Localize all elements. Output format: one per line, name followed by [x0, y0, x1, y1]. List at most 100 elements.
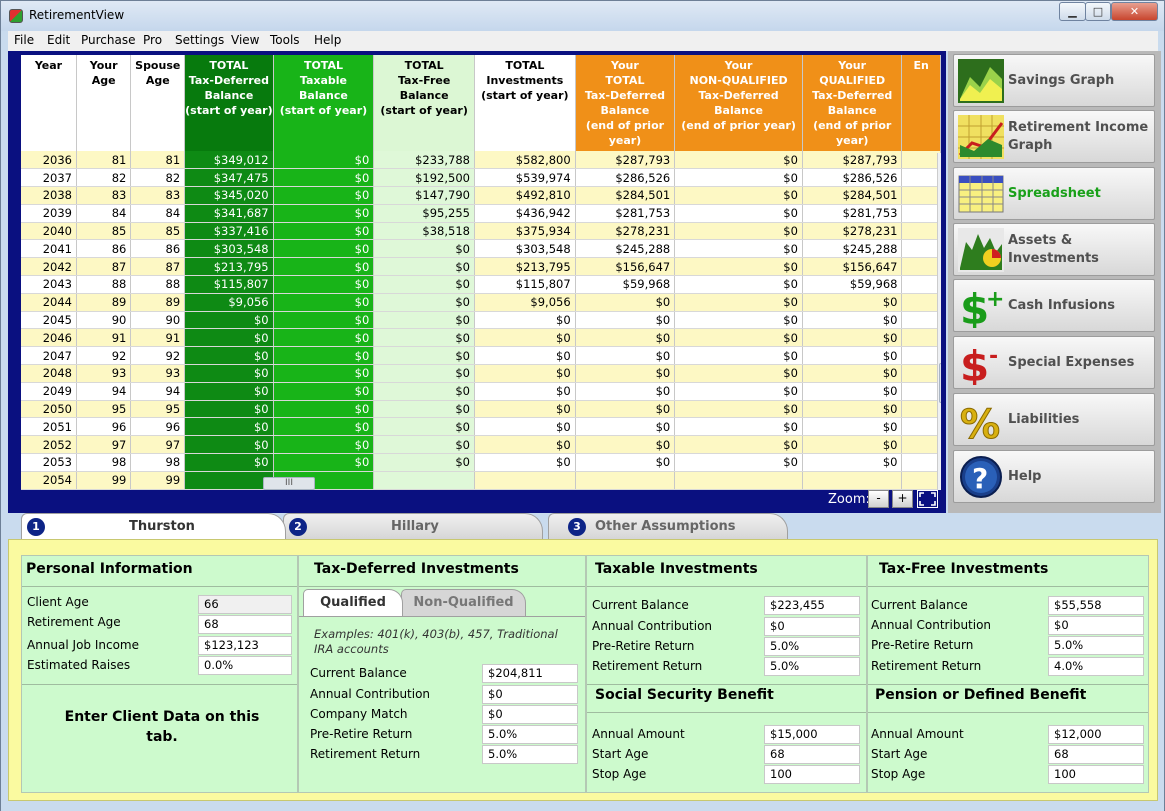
table-cell[interactable]: 93 [76, 364, 132, 383]
table-cell[interactable]: $0 [273, 239, 375, 259]
table-cell[interactable]: 87 [76, 257, 132, 277]
table-cell[interactable]: $0 [474, 346, 576, 366]
td-company-match-field[interactable]: $0 [482, 705, 578, 724]
table-cell[interactable]: 2043 [21, 275, 77, 294]
table-cell[interactable]: $192,500 [373, 168, 475, 188]
table-cell[interactable] [901, 382, 941, 401]
table-cell[interactable]: 83 [76, 186, 132, 205]
table-cell[interactable]: 2040 [21, 222, 77, 241]
table-cell[interactable]: $0 [373, 453, 475, 472]
table-cell[interactable] [901, 204, 941, 223]
table-cell[interactable]: $0 [184, 328, 274, 348]
table-cell[interactable]: $0 [802, 364, 903, 383]
column-header[interactable]: Your Age [76, 55, 132, 151]
vertical-scroll-thumb[interactable]: ≡ [939, 363, 941, 403]
table-cell[interactable]: $0 [474, 311, 576, 330]
table-cell[interactable]: $492,810 [474, 186, 576, 205]
tx-current-balance-field[interactable]: $223,455 [764, 596, 860, 615]
menu-purchase[interactable]: Purchase [81, 33, 136, 47]
table-cell[interactable]: 83 [130, 186, 186, 205]
table-cell[interactable]: $0 [474, 417, 576, 437]
table-cell[interactable]: $0 [273, 293, 375, 312]
table-cell[interactable]: $38,518 [373, 222, 475, 241]
table-cell[interactable] [901, 346, 941, 366]
menu-pro[interactable]: Pro [143, 33, 162, 47]
table-cell[interactable]: $0 [575, 382, 676, 401]
tx-annual-contribution-field[interactable]: $0 [764, 617, 860, 636]
table-cell[interactable]: $0 [575, 417, 676, 437]
table-cell[interactable]: $156,647 [802, 257, 903, 277]
column-header[interactable]: Your NON-QUALIFIED Tax-Deferred Balance (end… [674, 55, 803, 151]
subtab-qualified[interactable]: Qualified [303, 589, 403, 616]
table-cell[interactable]: 2050 [21, 400, 77, 419]
table-cell[interactable] [901, 364, 941, 383]
table-cell[interactable]: 2044 [21, 293, 77, 312]
zoom-out-button[interactable]: - [868, 490, 889, 508]
table-cell[interactable]: 2036 [21, 151, 77, 170]
table-cell[interactable]: $0 [674, 417, 803, 437]
table-cell[interactable] [901, 453, 941, 472]
table-cell[interactable]: $0 [273, 257, 375, 277]
retirement-age-field[interactable]: 68 [198, 615, 292, 634]
table-cell[interactable]: $286,526 [575, 168, 676, 188]
table-cell[interactable]: $0 [674, 275, 803, 294]
table-cell[interactable]: $0 [273, 364, 375, 383]
table-cell[interactable]: $95,255 [373, 204, 475, 223]
table-cell[interactable]: $0 [674, 435, 803, 455]
table-cell[interactable] [373, 471, 475, 490]
tab-hillary[interactable]: 2 Hillary [283, 513, 543, 539]
table-cell[interactable]: $0 [273, 311, 375, 330]
table-cell[interactable]: $0 [674, 382, 803, 401]
table-cell[interactable]: $0 [184, 417, 274, 437]
table-cell[interactable]: $0 [575, 328, 676, 348]
tf-current-balance-field[interactable]: $55,558 [1048, 596, 1144, 615]
table-cell[interactable]: 2045 [21, 311, 77, 330]
table-cell[interactable]: 2052 [21, 435, 77, 455]
table-cell[interactable]: 2049 [21, 382, 77, 401]
table-cell[interactable] [901, 311, 941, 330]
close-button[interactable]: ✕ [1111, 2, 1158, 21]
table-cell[interactable]: 90 [76, 311, 132, 330]
table-cell[interactable]: $0 [674, 239, 803, 259]
table-cell[interactable]: $0 [674, 222, 803, 241]
table-cell[interactable] [802, 471, 903, 490]
table-cell[interactable]: 99 [76, 471, 132, 490]
table-cell[interactable]: $0 [674, 400, 803, 419]
table-cell[interactable]: 87 [130, 257, 186, 277]
table-cell[interactable]: $349,012 [184, 151, 274, 170]
table-cell[interactable]: 97 [130, 435, 186, 455]
table-cell[interactable]: 96 [76, 417, 132, 437]
sidebar-item-cash-infusions[interactable]: $ + Cash Infusions [953, 279, 1155, 334]
table-cell[interactable]: $233,788 [373, 151, 475, 170]
table-cell[interactable]: 88 [130, 275, 186, 294]
table-cell[interactable] [901, 417, 941, 437]
ss-annual-amount-field[interactable]: $15,000 [764, 725, 860, 744]
table-cell[interactable]: 81 [76, 151, 132, 170]
table-cell[interactable]: 93 [130, 364, 186, 383]
table-cell[interactable]: $0 [273, 400, 375, 419]
table-cell[interactable]: $0 [273, 382, 375, 401]
tf-pre-retire-return-field[interactable]: 5.0% [1048, 636, 1144, 655]
table-cell[interactable]: $0 [575, 400, 676, 419]
td-current-balance-field[interactable]: $204,811 [482, 664, 578, 683]
table-cell[interactable]: $0 [674, 364, 803, 383]
table-cell[interactable]: 85 [130, 222, 186, 241]
table-cell[interactable] [901, 257, 941, 277]
table-cell[interactable]: $0 [373, 435, 475, 455]
table-cell[interactable]: $284,501 [575, 186, 676, 205]
tx-pre-retire-return-field[interactable]: 5.0% [764, 637, 860, 656]
table-cell[interactable]: 2038 [21, 186, 77, 205]
menu-settings[interactable]: Settings [175, 33, 224, 47]
table-cell[interactable]: $278,231 [575, 222, 676, 241]
table-cell[interactable]: 92 [130, 346, 186, 366]
table-cell[interactable]: 89 [76, 293, 132, 312]
table-cell[interactable] [674, 471, 803, 490]
table-cell[interactable]: 2048 [21, 364, 77, 383]
table-cell[interactable]: 95 [130, 400, 186, 419]
table-cell[interactable]: $0 [474, 453, 576, 472]
table-cell[interactable]: 91 [130, 328, 186, 348]
table-cell[interactable]: $0 [674, 257, 803, 277]
sidebar-item-savings-graph[interactable]: Savings Graph [953, 54, 1155, 107]
table-cell[interactable]: $539,974 [474, 168, 576, 188]
table-cell[interactable]: $0 [273, 346, 375, 366]
